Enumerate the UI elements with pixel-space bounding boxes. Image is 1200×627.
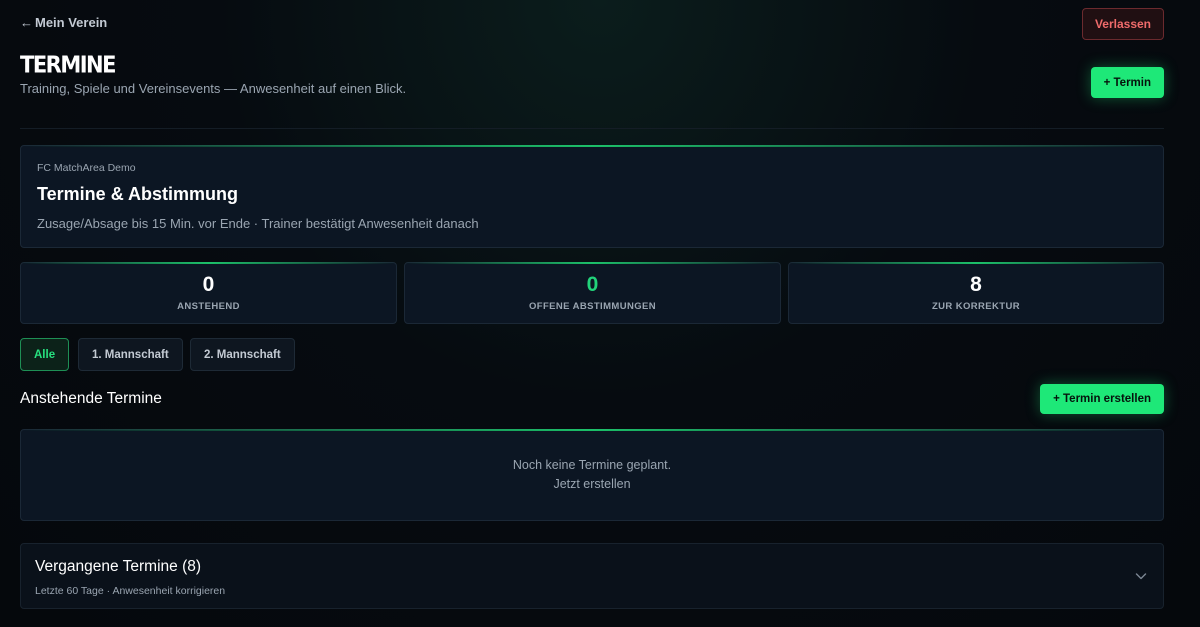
- header-divider: [20, 128, 1164, 129]
- back-arrow-icon: ←: [20, 15, 33, 30]
- back-link[interactable]: ← Mein Verein: [20, 15, 107, 30]
- stat-open-votes: 0 OFFENE ABSTIMMUNGEN: [404, 262, 781, 324]
- empty-message: Noch keine Termine geplant.: [512, 458, 672, 472]
- back-link-label: Mein Verein: [35, 15, 108, 30]
- card-glow: [789, 262, 1163, 264]
- create-now-link[interactable]: Jetzt erstellen: [21, 477, 1163, 491]
- card-glow: [405, 262, 780, 264]
- stat-value: 0: [202, 273, 215, 296]
- upcoming-section-title: Anstehende Termine: [20, 390, 162, 407]
- card-glow: [21, 429, 1163, 431]
- page-subtitle: Training, Spiele und Vereinsevents — Anw…: [20, 81, 407, 96]
- create-termin-button[interactable]: + Termin erstellen: [1040, 384, 1164, 414]
- stat-upcoming: 0 ANSTEHEND: [20, 262, 397, 324]
- filter-team-2[interactable]: 2. Mannschaft: [190, 338, 295, 371]
- stat-value: 0: [586, 273, 599, 296]
- filter-team-1[interactable]: 1. Mannschaft: [78, 338, 183, 371]
- stat-label: OFFENE ABSTIMMUNGEN: [528, 301, 657, 312]
- stat-value: 8: [970, 273, 982, 296]
- past-events-title: Vergangene Termine (8): [35, 558, 202, 575]
- past-events-toggle[interactable]: Vergangene Termine (8) Letzte 60 Tage · …: [20, 543, 1164, 609]
- chevron-down-icon: [1135, 573, 1147, 580]
- add-termin-button[interactable]: + Termin: [1090, 67, 1164, 98]
- filter-all[interactable]: Alle: [20, 338, 70, 371]
- card-glow: [21, 145, 1163, 147]
- info-description: Zusage/Absage bis 15 Min. vor Ende · Tra…: [37, 216, 479, 231]
- stat-label: ZUR KORREKTUR: [931, 301, 1021, 312]
- stat-correction: 8 ZUR KORREKTUR: [788, 262, 1164, 324]
- past-events-subtitle: Letzte 60 Tage · Anwesenheit korrigieren: [35, 585, 226, 597]
- empty-state-card: Noch keine Termine geplant. Jetzt erstel…: [20, 429, 1164, 521]
- card-glow: [21, 262, 396, 264]
- info-card: FC MatchArea Demo Termine & Abstimmung Z…: [20, 145, 1164, 248]
- club-name: FC MatchArea Demo: [37, 162, 136, 174]
- leave-button[interactable]: Verlassen: [1081, 8, 1164, 40]
- stat-label: ANSTEHEND: [177, 301, 240, 312]
- info-title: Termine & Abstimmung: [37, 184, 239, 204]
- page-title: TERMINE: [20, 52, 116, 78]
